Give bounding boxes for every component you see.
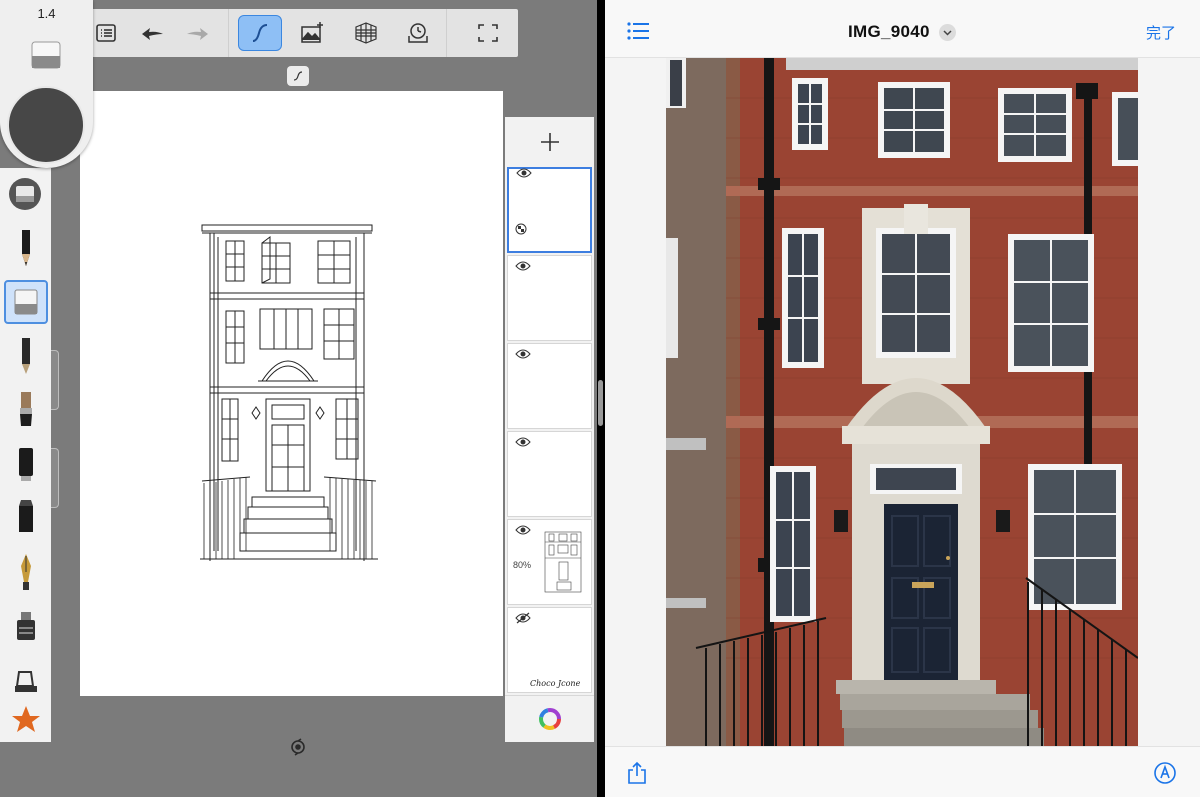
add-layer-button[interactable] (505, 117, 594, 167)
eraser-brush-icon (31, 41, 61, 69)
add-image-icon[interactable] (292, 15, 332, 51)
markup-icon[interactable] (1153, 761, 1177, 785)
brush-size-panel[interactable]: 1.4 (0, 0, 93, 168)
split-view-handle[interactable] (598, 380, 603, 426)
ballpoint-pen-icon[interactable] (4, 334, 48, 378)
eye-icon[interactable] (515, 436, 531, 448)
photo-bottom-toolbar (605, 746, 1200, 797)
list-icon[interactable] (627, 22, 649, 40)
photo-viewer[interactable] (605, 58, 1200, 746)
marker-icon[interactable] (4, 442, 48, 486)
layer-item[interactable]: Choco Jcone (507, 607, 592, 693)
stroke-style-icon[interactable] (238, 15, 282, 51)
eye-icon[interactable] (516, 167, 532, 179)
pencil-icon[interactable] (4, 226, 48, 270)
eye-icon[interactable] (515, 348, 531, 360)
color-wheel-icon (538, 708, 561, 730)
layers-panel: 80% Choco Jcone (505, 117, 594, 742)
redo-icon[interactable] (178, 15, 218, 51)
layer-item[interactable]: 80% (507, 519, 592, 605)
undo-icon[interactable] (132, 15, 172, 51)
chisel-marker-icon[interactable] (4, 496, 48, 540)
eraser-icon[interactable] (4, 280, 48, 324)
plus-icon (540, 133, 559, 151)
eye-icon[interactable] (515, 524, 531, 536)
layer-item[interactable] (507, 343, 592, 429)
side-slider-tab[interactable] (51, 448, 59, 508)
color-wheel-button[interactable] (505, 695, 594, 742)
brush-preset-eraser-icon[interactable] (3, 172, 47, 216)
layer-signature: Choco Jcone (530, 679, 581, 688)
time-lapse-icon[interactable] (398, 15, 438, 51)
fountain-pen-icon[interactable] (4, 550, 48, 594)
stroke-mode-indicator[interactable] (287, 66, 309, 86)
canvas-rotate-icon[interactable] (289, 738, 307, 756)
building-photo (666, 58, 1138, 746)
brush-size-value: 1.4 (37, 6, 56, 21)
share-icon[interactable] (626, 761, 648, 785)
layer-item[interactable] (507, 255, 592, 341)
fullscreen-icon[interactable] (468, 15, 508, 51)
paint-bucket-icon[interactable] (4, 658, 48, 702)
layer-thumbnail (544, 531, 582, 593)
photo-navigation-bar: IMG_9040 完了 (605, 0, 1200, 58)
transparency-icon (515, 223, 527, 235)
main-toolbar (74, 9, 518, 57)
photo-title[interactable]: IMG_9040 (848, 22, 930, 42)
side-slider-tab[interactable] (51, 350, 59, 410)
fill-bucket-icon[interactable] (4, 604, 48, 648)
layer-item[interactable] (507, 431, 592, 517)
layer-opacity: 80% (513, 560, 532, 570)
done-button[interactable]: 完了 (1146, 22, 1176, 43)
building-sketch (200, 224, 378, 561)
eye-hidden-icon[interactable] (515, 612, 531, 624)
brush-library (0, 168, 51, 742)
photos-app: IMG_9040 完了 (605, 0, 1200, 797)
eye-icon[interactable] (515, 260, 531, 272)
drawing-canvas[interactable] (80, 91, 503, 696)
paint-brush-icon[interactable] (4, 388, 48, 432)
layer-item[interactable] (507, 167, 592, 253)
chevron-down-icon[interactable] (939, 24, 956, 41)
stroke-curve-icon (293, 71, 303, 81)
sketch-app: 1.4 80% Choco Jcone (0, 0, 597, 797)
current-color-swatch[interactable] (7, 86, 85, 164)
perspective-grid-icon[interactable] (346, 15, 386, 51)
star-favorites-icon[interactable] (4, 698, 48, 742)
